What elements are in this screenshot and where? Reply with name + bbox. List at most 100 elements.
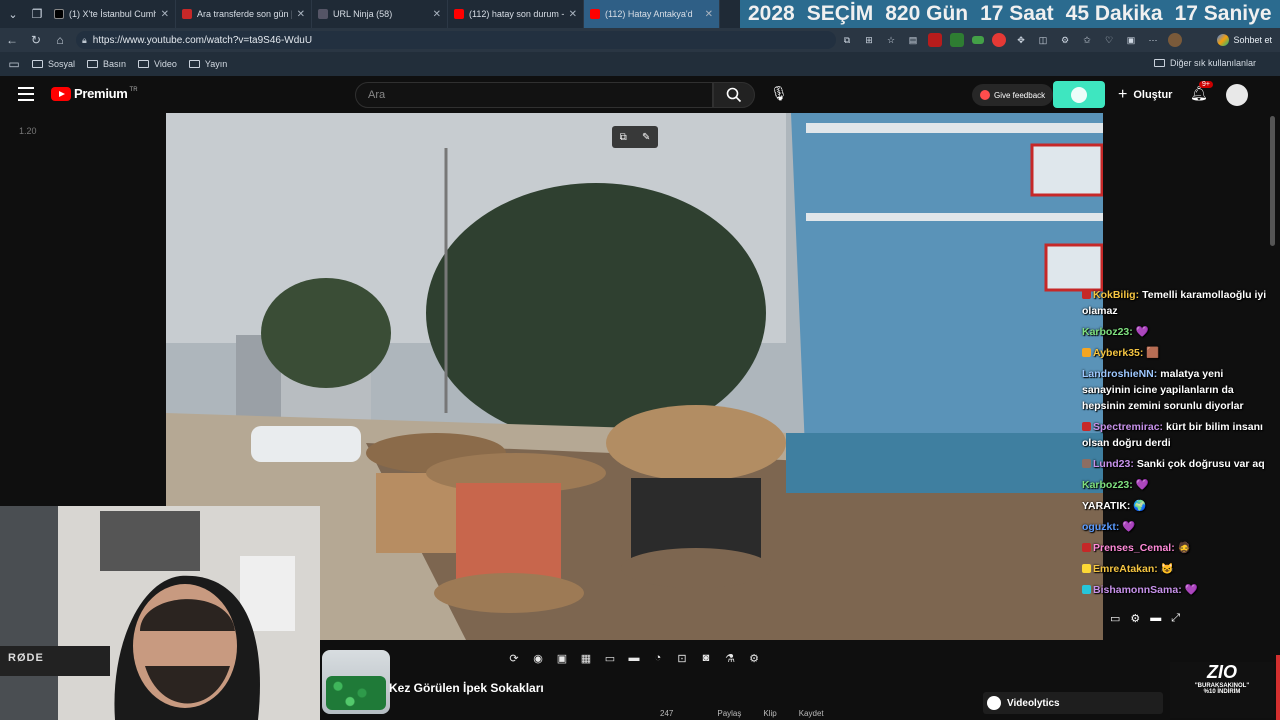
clip-button[interactable]: Klip — [763, 709, 776, 718]
audio-icon[interactable]: ◉ — [529, 649, 547, 667]
player-mini-controls: ▭ ⚙ ▬ ⤢ — [1110, 612, 1180, 625]
close-icon[interactable]: ✕ — [161, 9, 169, 20]
close-icon[interactable]: ✕ — [569, 9, 577, 20]
page-scrollbar[interactable] — [1270, 116, 1275, 246]
logo-region: TR — [129, 86, 138, 93]
tab-hatay-antakya[interactable]: (112) Hatay Antakya'd ✕ — [584, 0, 720, 28]
chat-text: 💜 — [1122, 521, 1136, 533]
screen-icon[interactable]: ▭ — [601, 649, 619, 667]
profile-avatar[interactable] — [1168, 33, 1182, 47]
chat-text: 💜 — [1184, 584, 1198, 596]
videolytics-icon — [987, 696, 1001, 710]
youtube-logo[interactable]: Premium TR — [51, 86, 138, 101]
extension-green-icon[interactable] — [950, 33, 964, 47]
bookmark-video[interactable]: Video — [138, 59, 177, 69]
reader-icon[interactable]: ▤ — [906, 33, 920, 47]
microphone-icon[interactable]: 🎙︎ — [770, 85, 788, 105]
save-button[interactable]: Kaydet — [799, 709, 824, 718]
close-icon[interactable]: ✕ — [433, 9, 441, 20]
create-button[interactable]: + Oluştur — [1118, 86, 1172, 104]
more-icon[interactable]: ⋯ — [1146, 33, 1160, 47]
tab-transfer[interactable]: Ara transferde son gün | CA ✕ — [176, 0, 312, 28]
bookmarks-menu-icon[interactable]: ▭ — [2, 57, 26, 71]
home-icon[interactable]: ⌂ — [48, 33, 72, 47]
chat-username: LandroshieNN: — [1082, 368, 1158, 380]
menu-icon[interactable] — [18, 87, 34, 101]
create-label: Oluştur — [1133, 89, 1173, 101]
video-overlay-controls[interactable]: ⧉ ✎ — [612, 126, 658, 148]
tab-url-ninja[interactable]: URL Ninja (58) ✕ — [312, 0, 448, 28]
chat-message: Karboz23: 💜 — [1082, 477, 1272, 493]
bookmark-sosyal[interactable]: Sosyal — [32, 59, 75, 69]
favorites-icon[interactable]: ✩ — [1080, 33, 1094, 47]
youtube-play-icon — [51, 86, 71, 101]
extension-battery-icon[interactable] — [972, 36, 984, 44]
tab-list-menu-icon[interactable]: ⌄ — [0, 0, 26, 28]
loop-icon[interactable]: ⟳ — [505, 649, 523, 667]
extension-lastpass-icon[interactable] — [992, 33, 1006, 47]
picture-in-picture-icon[interactable]: ⊡ — [673, 649, 691, 667]
extension-toggle-button[interactable] — [1053, 81, 1105, 108]
gear-icon[interactable]: ⚙ — [745, 649, 763, 667]
bookmark-label: Sosyal — [48, 59, 76, 69]
puzzle-icon[interactable]: ✥ — [1014, 33, 1028, 47]
bookmark-basin[interactable]: Basın — [87, 59, 126, 69]
extension-red-icon[interactable] — [928, 33, 942, 47]
folder-icon — [1153, 59, 1165, 67]
workspaces-icon[interactable]: ❐ — [26, 0, 48, 28]
chat-username: Karboz23: — [1082, 326, 1133, 338]
chat-username: BishamonnSama: — [1093, 584, 1182, 596]
live-chat-overlay: KokBilig: Temelli karamollaoğlu iyi olama… — [1082, 287, 1272, 603]
close-icon[interactable]: ✕ — [705, 9, 713, 20]
give-feedback-button[interactable]: Give feedback — [972, 84, 1054, 106]
settings-gear-icon[interactable]: ⚙ — [1130, 612, 1140, 625]
extensions-row: ⧉ ⊞ ☆ ▤ ✥ ◫ ⚙ ✩ ♡ ▣ ⋯ — [840, 32, 1182, 48]
chat-badge-icon — [1082, 290, 1091, 299]
chat-badge-icon — [1082, 348, 1091, 357]
notifications-button[interactable]: 🔔︎ 9+ — [1190, 81, 1213, 102]
apps-icon[interactable]: ⊞ — [862, 33, 876, 47]
back-icon[interactable]: ← — [0, 33, 24, 47]
url-icon — [318, 9, 328, 19]
like-button[interactable]: 247 — [660, 709, 673, 718]
subtitles-icon[interactable]: ▭ — [1110, 612, 1120, 625]
notes-icon[interactable]: ✎ — [642, 132, 650, 143]
search-button[interactable] — [713, 82, 755, 108]
chat-text: 😺 — [1160, 563, 1174, 575]
chat-badge-icon — [1082, 564, 1091, 573]
widescreen-icon[interactable]: ▬ — [625, 649, 643, 667]
bookmark-label: Basın — [103, 59, 127, 69]
fullscreen-icon[interactable]: ⤢ — [1171, 612, 1180, 625]
avatar[interactable] — [1226, 84, 1248, 106]
webcam-overlay — [0, 506, 320, 720]
search-input[interactable]: Ara — [355, 82, 713, 108]
chat-message: Ayberk35: 🟫 — [1082, 345, 1272, 361]
reload-icon[interactable]: ↻ — [24, 33, 48, 47]
tab-x[interactable]: (1) X'te İstanbul Cumhuriye ✕ — [48, 0, 176, 28]
other-bookmarks[interactable]: Diğer sık kullanılanlar — [1153, 58, 1256, 68]
theater-mode-icon[interactable]: ▬ — [1150, 612, 1161, 625]
settings-icon[interactable]: ⚙ — [1058, 33, 1072, 47]
copilot-icon — [1217, 34, 1230, 46]
url-field[interactable]: 🔒︎ https://www.youtube.com/watch?v=ta9S4… — [76, 31, 836, 49]
browser-essentials-icon[interactable]: ♡ — [1102, 33, 1116, 47]
tab-hatay-son-durum[interactable]: (112) hatay son durum - Yo ✕ — [448, 0, 584, 28]
search-icon — [726, 87, 742, 103]
bookmark-yayin[interactable]: Yayın — [188, 59, 227, 69]
split-screen-icon[interactable]: ◫ — [1036, 33, 1050, 47]
collections-icon[interactable]: ▣ — [1124, 33, 1138, 47]
videolytics-button[interactable]: Videolytics — [983, 692, 1163, 714]
translate-icon[interactable]: ⧉ — [840, 33, 854, 47]
favorite-star-icon[interactable]: ☆ — [884, 33, 898, 47]
share-button[interactable]: Paylaş — [717, 709, 741, 718]
clapper-icon[interactable]: ▦ — [577, 649, 595, 667]
notification-badge: 9+ — [1199, 81, 1213, 88]
bookmarks-bar: ▭ Sosyal Basın Video Yayın Diğer sık kul… — [0, 52, 1280, 76]
cinema-icon[interactable]: ▣ — [553, 649, 571, 667]
speedometer-icon[interactable]: ◔ — [649, 649, 667, 667]
camera-icon[interactable]: ◙ — [697, 649, 715, 667]
flask-icon[interactable]: ⚗ — [721, 649, 739, 667]
miniplayer-icon[interactable]: ⧉ — [620, 132, 627, 143]
close-icon[interactable]: ✕ — [297, 9, 305, 20]
copilot-chat-button[interactable]: Sohbet et — [1217, 32, 1272, 48]
